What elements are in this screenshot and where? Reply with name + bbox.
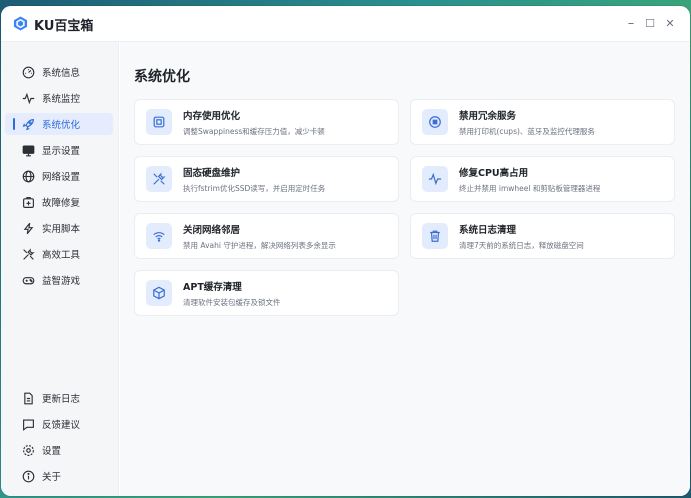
sidebar-item-system-optimize[interactable]: 系统优化 bbox=[5, 113, 113, 135]
minimize-button[interactable]: – bbox=[622, 14, 640, 32]
app-window: KU百宝箱 – ☐ ✕ 系统信息 系统监控 系统优化 显示设置 网络设置 故障修… bbox=[1, 6, 690, 496]
lightning-icon bbox=[21, 221, 35, 235]
card-log-cleanup[interactable]: 系统日志清理 清理7天前的系统日志，释放磁盘空间 bbox=[410, 213, 675, 259]
card-title: 内存使用优化 bbox=[183, 110, 241, 122]
main-content: 系统优化 内存使用优化 调整Swappiness和缓存压力值，减少卡顿 禁用冗余… bbox=[120, 42, 690, 496]
card-title: 修复CPU高占用 bbox=[459, 167, 529, 179]
sidebar-item-label: 系统监控 bbox=[42, 94, 81, 105]
monitor-icon bbox=[21, 143, 35, 157]
sidebar-item-label: 更新日志 bbox=[42, 394, 81, 405]
wifi-icon bbox=[146, 223, 172, 249]
sidebar-item-about[interactable]: 关于 bbox=[5, 465, 113, 487]
card-description: 禁用打印机(cups)、蓝牙及监控代理服务 bbox=[459, 126, 595, 136]
sidebar-item-label: 关于 bbox=[42, 472, 62, 483]
card-description: 执行fstrim优化SSD读写，并启用定时任务 bbox=[183, 183, 326, 193]
sidebar-item-label: 系统优化 bbox=[42, 120, 81, 131]
sidebar-item-label: 显示设置 bbox=[42, 146, 81, 157]
trash-icon bbox=[422, 223, 448, 249]
card-description: 终止并禁用 imwheel 和剪贴板管理器进程 bbox=[459, 183, 601, 193]
rocket-icon bbox=[21, 117, 35, 131]
sidebar-item-changelog[interactable]: 更新日志 bbox=[5, 387, 113, 409]
repair-box-icon bbox=[21, 195, 35, 209]
card-description: 调整Swappiness和缓存压力值，减少卡顿 bbox=[183, 126, 325, 136]
memory-chip-icon bbox=[146, 109, 172, 135]
sidebar-item-fault-repair[interactable]: 故障修复 bbox=[5, 191, 113, 213]
sidebar-item-label: 益智游戏 bbox=[42, 276, 81, 287]
sidebar-item-tools[interactable]: 高效工具 bbox=[5, 243, 113, 265]
sidebar-item-label: 故障修复 bbox=[42, 198, 81, 209]
card-title: 禁用冗余服务 bbox=[459, 110, 517, 122]
card-title: 固态硬盘维护 bbox=[183, 167, 241, 179]
page-title: 系统优化 bbox=[134, 69, 190, 85]
app-title: KU百宝箱 bbox=[34, 19, 94, 34]
sidebar-item-feedback[interactable]: 反馈建议 bbox=[5, 413, 113, 435]
card-description: 清理7天前的系统日志，释放磁盘空间 bbox=[459, 240, 584, 250]
card-disable-network-neighborhood[interactable]: 关闭网络邻居 禁用 Avahi 守护进程，解决网络列表多余显示 bbox=[134, 213, 399, 259]
sidebar-item-scripts[interactable]: 实用脚本 bbox=[5, 217, 113, 239]
sidebar-item-label: 实用脚本 bbox=[42, 224, 81, 235]
card-description: 清理软件安装包缓存及锁文件 bbox=[183, 297, 281, 307]
sidebar-item-label: 高效工具 bbox=[42, 250, 81, 261]
maximize-button[interactable]: ☐ bbox=[641, 14, 659, 32]
card-ssd-maintenance[interactable]: 固态硬盘维护 执行fstrim优化SSD读写，并启用定时任务 bbox=[134, 156, 399, 202]
card-disable-services[interactable]: 禁用冗余服务 禁用打印机(cups)、蓝牙及监控代理服务 bbox=[410, 99, 675, 145]
sidebar-item-label: 系统信息 bbox=[42, 68, 81, 79]
stop-circle-icon bbox=[422, 109, 448, 135]
gauge-icon bbox=[21, 65, 35, 79]
active-indicator bbox=[13, 118, 15, 130]
chat-icon bbox=[21, 417, 35, 431]
globe-icon bbox=[21, 169, 35, 183]
sidebar: 系统信息 系统监控 系统优化 显示设置 网络设置 故障修复 实用脚本 高效工具 … bbox=[1, 42, 119, 496]
sidebar-item-label: 设置 bbox=[42, 446, 62, 457]
card-description: 禁用 Avahi 守护进程，解决网络列表多余显示 bbox=[183, 240, 336, 250]
minimize-icon: – bbox=[627, 15, 635, 31]
tools-icon bbox=[146, 166, 172, 192]
card-apt-cache-cleanup[interactable]: APT缓存清理 清理软件安装包缓存及锁文件 bbox=[134, 270, 399, 316]
sidebar-item-system-info[interactable]: 系统信息 bbox=[5, 61, 113, 83]
sidebar-item-label: 反馈建议 bbox=[42, 420, 81, 431]
sidebar-item-display-settings[interactable]: 显示设置 bbox=[5, 139, 113, 161]
sidebar-item-system-monitor[interactable]: 系统监控 bbox=[5, 87, 113, 109]
sidebar-item-games[interactable]: 益智游戏 bbox=[5, 269, 113, 291]
app-logo-icon bbox=[13, 16, 28, 31]
pulse-icon bbox=[422, 166, 448, 192]
pulse-icon bbox=[21, 91, 35, 105]
card-title: APT缓存清理 bbox=[183, 281, 242, 293]
package-icon bbox=[146, 280, 172, 306]
sidebar-item-label: 网络设置 bbox=[42, 172, 81, 183]
document-icon bbox=[21, 391, 35, 405]
tools-icon bbox=[21, 247, 35, 261]
close-button[interactable]: ✕ bbox=[661, 14, 679, 32]
gear-icon bbox=[21, 443, 35, 457]
card-memory-optimize[interactable]: 内存使用优化 调整Swappiness和缓存压力值，减少卡顿 bbox=[134, 99, 399, 145]
gamepad-icon bbox=[21, 273, 35, 287]
sidebar-item-settings[interactable]: 设置 bbox=[5, 439, 113, 461]
sidebar-item-network-settings[interactable]: 网络设置 bbox=[5, 165, 113, 187]
card-fix-cpu[interactable]: 修复CPU高占用 终止并禁用 imwheel 和剪贴板管理器进程 bbox=[410, 156, 675, 202]
close-icon: ✕ bbox=[665, 16, 675, 30]
maximize-icon: ☐ bbox=[645, 16, 655, 30]
card-title: 关闭网络邻居 bbox=[183, 224, 241, 236]
info-icon bbox=[21, 469, 35, 483]
card-title: 系统日志清理 bbox=[459, 224, 517, 236]
title-bar[interactable]: KU百宝箱 – ☐ ✕ bbox=[1, 6, 690, 42]
